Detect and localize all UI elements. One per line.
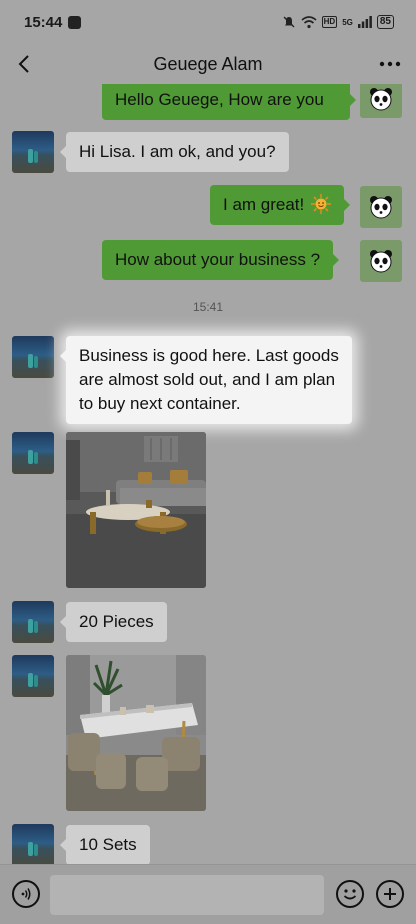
contact-avatar[interactable] — [12, 432, 54, 474]
message-text: Business is good here. Last goods are al… — [79, 346, 339, 413]
incoming-message[interactable]: Business is good here. Last goods are al… — [60, 336, 352, 424]
panda-icon — [370, 250, 392, 273]
message-text: 10 Sets — [79, 835, 137, 854]
outgoing-message[interactable]: Hello Geuege, How are you — [102, 84, 356, 120]
contact-avatar[interactable] — [12, 601, 54, 643]
contact-avatar[interactable] — [12, 824, 54, 864]
message-text: How about your business ? — [115, 250, 321, 269]
mute-icon — [283, 16, 295, 28]
contact-avatar[interactable] — [12, 131, 54, 173]
incoming-message[interactable]: 20 Pieces — [60, 602, 167, 642]
message-text: 20 Pieces — [79, 612, 154, 631]
dining-table-photo[interactable] — [66, 655, 206, 811]
chat-area[interactable]: Hello Geuege, How are you Hi Lisa. I am … — [0, 84, 416, 864]
contact-avatar[interactable] — [12, 336, 54, 378]
emoji-button[interactable] — [336, 880, 364, 908]
sofa-image — [66, 432, 206, 588]
more-icon — [379, 61, 401, 67]
my-avatar[interactable] — [360, 186, 402, 228]
input-bar — [0, 864, 416, 924]
my-avatar[interactable] — [360, 84, 402, 118]
emoji-icon — [343, 889, 357, 900]
panda-icon — [370, 88, 392, 111]
message-text: Hello Geuege, How are you — [115, 90, 324, 109]
plus-button[interactable] — [376, 880, 404, 908]
voice-button[interactable] — [12, 880, 40, 908]
living-room-sofa-photo[interactable] — [66, 432, 206, 588]
sun-emoji-icon — [311, 194, 331, 214]
incoming-message[interactable]: Hi Lisa. I am ok, and you? — [60, 132, 289, 172]
wifi-icon — [301, 15, 317, 28]
status-bar: 15:44 HD 5G 85 — [0, 0, 416, 44]
outgoing-message[interactable]: How about your business ? — [102, 240, 340, 280]
panda-icon — [370, 196, 392, 219]
plus-icon — [384, 888, 396, 900]
battery-indicator: 85 — [376, 15, 394, 29]
voice-icon — [21, 888, 31, 900]
signal-icon — [357, 16, 372, 28]
status-icons: HD 5G 85 — [282, 15, 394, 29]
status-time-group: 15:44 — [24, 13, 82, 31]
chevron-left-icon — [18, 55, 29, 73]
message-input[interactable] — [50, 875, 324, 915]
message-text: Hi Lisa. I am ok, and you? — [79, 142, 276, 161]
status-time: 15:44 — [24, 13, 63, 31]
message-text: I am great! — [223, 195, 305, 214]
network-type: 5G — [342, 17, 353, 27]
incoming-message[interactable]: 10 Sets — [60, 825, 150, 864]
outgoing-message[interactable]: I am great! — [210, 185, 350, 225]
back-button[interactable] — [10, 50, 38, 78]
more-button[interactable] — [376, 50, 404, 78]
dining-image — [66, 655, 206, 811]
notification-icon — [68, 15, 82, 29]
contact-avatar[interactable] — [12, 655, 54, 697]
message-timestamp: 15:41 — [192, 300, 224, 314]
my-avatar[interactable] — [360, 240, 402, 282]
chat-title: Geuege Alam — [153, 53, 263, 74]
hd-badge: HD — [321, 16, 338, 28]
chat-header: Geuege Alam — [0, 44, 416, 84]
